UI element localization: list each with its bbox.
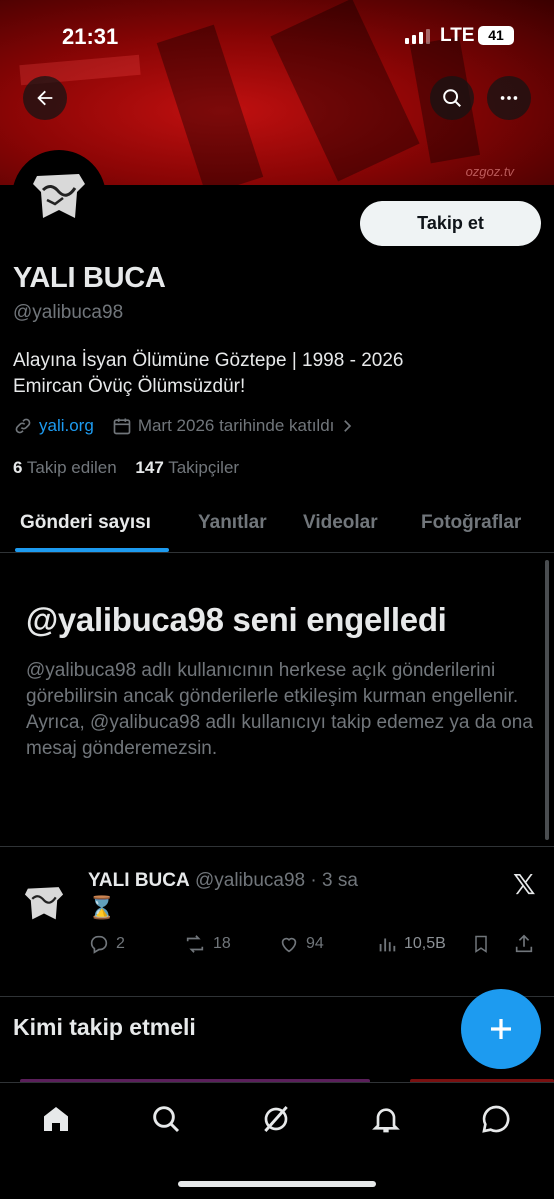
network-label: LTE (440, 25, 475, 46)
repost-button[interactable]: 18 (183, 933, 231, 955)
grok-icon (264, 1106, 288, 1132)
tweet-author-name[interactable]: YALI BUCA (88, 870, 190, 891)
following-stat[interactable]: 6 Takip edilen (13, 458, 117, 477)
reply-count: 2 (116, 935, 125, 952)
tab-videos[interactable]: Videolar (303, 512, 378, 534)
views-button[interactable]: 10,5B (376, 933, 446, 955)
nav-notifications[interactable] (366, 1099, 406, 1139)
profile-handle: @yalibuca98 (13, 302, 124, 323)
blocked-title: @yalibuca98 seni engelledi (26, 601, 447, 638)
search-icon (443, 89, 461, 107)
bio-line-1: Alayına İsyan Ölümüne Göztepe | 1998 - 2… (13, 350, 404, 371)
calendar-icon (113, 418, 131, 435)
profile-link[interactable]: yali.org (39, 416, 94, 436)
notifications-icon (372, 1108, 400, 1133)
tab-posts[interactable]: Gönderi sayısı (20, 512, 151, 534)
back-arrow-icon (37, 90, 53, 106)
search-button[interactable] (430, 76, 474, 120)
reply-icon (90, 935, 108, 954)
blocked-description: @yalibuca98 adlı kullanıcının herkese aç… (26, 660, 533, 759)
repost-icon (186, 935, 204, 953)
home-indicator[interactable] (178, 1181, 376, 1187)
followers-count: 147 (135, 458, 164, 477)
signal-icon (405, 28, 430, 44)
status-bar: 21:31 LTE 41 (0, 22, 554, 52)
banner-watermark: ozgoz.tv (465, 164, 514, 179)
like-count: 94 (306, 935, 324, 952)
scrollbar[interactable] (545, 560, 549, 840)
more-button[interactable] (487, 76, 531, 120)
like-icon (281, 937, 297, 953)
divider (0, 996, 554, 997)
explore-icon (153, 1106, 180, 1133)
tweet-content: ⌛ (88, 895, 116, 920)
tweet-handle-time: @yalibuca98 · 3 sa (194, 870, 358, 891)
followers-stat[interactable]: 147 Takipçiler (135, 458, 239, 477)
messages-icon (482, 1105, 510, 1133)
share-icon (515, 934, 533, 953)
tab-replies[interactable]: Yanıtlar (198, 512, 267, 534)
home-icon (44, 1107, 68, 1131)
like-button[interactable]: 94 (278, 933, 324, 955)
status-time: 21:31 (62, 24, 119, 49)
who-to-follow-heading: Kimi takip etmeli (13, 1014, 196, 1040)
link-icon (15, 418, 31, 434)
yali-logo-icon (33, 174, 85, 218)
more-icon (500, 96, 518, 100)
back-button[interactable] (23, 76, 67, 120)
followers-label: Takipçiler (168, 458, 240, 477)
views-count: 10,5B (404, 935, 446, 952)
share-button[interactable] (513, 933, 535, 955)
tweet-avatar[interactable] (20, 880, 68, 928)
follow-stats: 6 Takip edilen 147 Takipçiler (13, 458, 239, 478)
tab-photos[interactable]: Fotoğraflar (421, 512, 521, 534)
chevron-right-icon[interactable] (338, 417, 356, 435)
follow-button[interactable]: Takip et (360, 201, 541, 246)
profile-tabs: Gönderi sayısı Yanıtlar Videolar Fotoğra… (0, 500, 554, 553)
plus-icon (491, 1019, 511, 1039)
nav-grok[interactable] (256, 1099, 296, 1139)
active-tab-indicator (15, 548, 169, 552)
yali-logo-icon (24, 887, 64, 920)
reply-button[interactable]: 2 (88, 933, 125, 955)
profile-name: YALI BUCA (13, 262, 166, 294)
compose-button[interactable] (461, 989, 541, 1069)
nav-messages[interactable] (476, 1099, 516, 1139)
nav-home[interactable] (36, 1099, 76, 1139)
avatar[interactable] (12, 150, 106, 244)
profile-bio: Alayına İsyan Ölümüne Göztepe | 1998 - 2… (13, 348, 533, 400)
x-logo-icon: 𝕏 (513, 869, 536, 900)
bookmark-icon (475, 935, 487, 953)
repost-count: 18 (213, 935, 231, 952)
following-label: Takip edilen (26, 458, 117, 477)
battery-level: 41 (478, 26, 514, 45)
nav-explore[interactable] (146, 1099, 186, 1139)
views-icon (379, 938, 396, 952)
divider (0, 846, 554, 847)
profile-meta: yali.org Mart 2026 tarihinde katıldı (13, 416, 356, 436)
tweet-actions: 2 18 94 10,5B (88, 933, 538, 963)
bookmark-button[interactable] (471, 933, 491, 955)
bio-line-2: Emircan Övüç Ölümsüzdür! (13, 376, 246, 397)
joined-date[interactable]: Mart 2026 tarihinde katıldı (138, 416, 335, 436)
following-count: 6 (13, 458, 23, 477)
tweet-header: YALI BUCA @yalibuca98 · 3 sa (88, 870, 358, 892)
